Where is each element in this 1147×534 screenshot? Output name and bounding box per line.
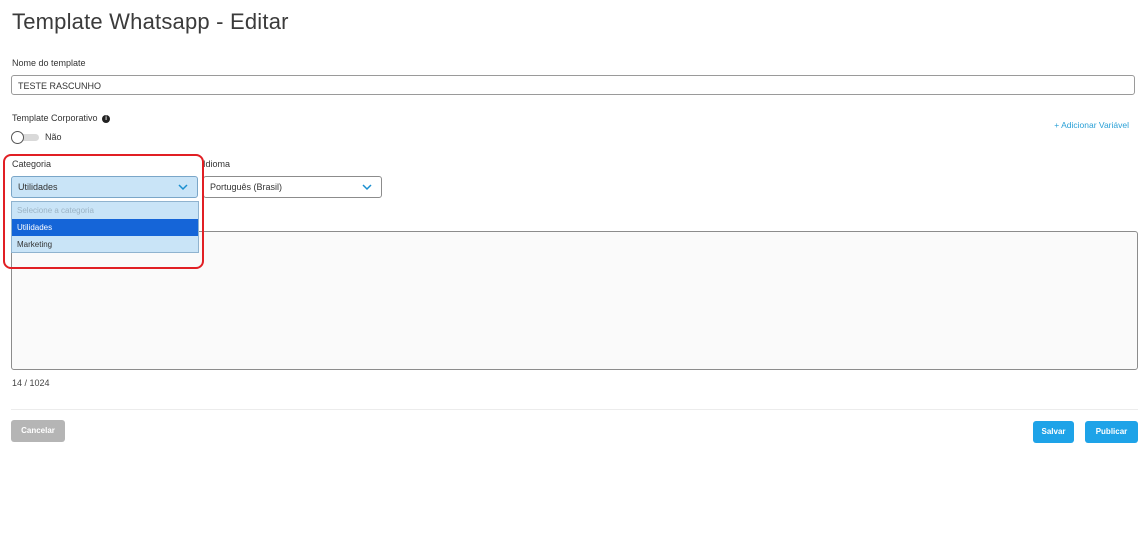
language-label: Idioma [203, 159, 231, 169]
corporate-toggle-text: Não [45, 132, 62, 142]
language-select-value: Português (Brasil) [210, 182, 283, 192]
category-dropdown-list: Selecione a categoria Utilidades Marketi… [11, 201, 199, 253]
editor-card: Template Whatsapp - Editar Nome do templ… [0, 0, 1147, 461]
category-option-utilidades[interactable]: Utilidades [12, 219, 198, 236]
cancel-button[interactable]: Cancelar [11, 420, 65, 442]
category-label: Categoria [12, 159, 52, 169]
toggle-knob [11, 131, 24, 144]
chevron-down-icon [362, 184, 372, 191]
publish-button[interactable]: Publicar [1085, 421, 1138, 443]
corporate-label-group: Template Corporativo i [12, 113, 111, 123]
chevron-down-icon [178, 184, 188, 191]
category-option-placeholder[interactable]: Selecione a categoria [12, 202, 198, 219]
template-name-input[interactable]: TESTE RASCUNHO [11, 75, 1135, 95]
category-option-marketing[interactable]: Marketing [12, 236, 198, 253]
category-select[interactable]: Utilidades [11, 176, 198, 198]
corporate-toggle[interactable] [11, 131, 40, 144]
save-button[interactable]: Salvar [1033, 421, 1074, 443]
char-counter: 14 / 1024 [12, 378, 50, 388]
add-variable-link[interactable]: + Adicionar Variável [1054, 120, 1129, 130]
page-title: Template Whatsapp - Editar [12, 9, 289, 34]
corporate-label: Template Corporativo [12, 113, 98, 123]
category-select-value: Utilidades [18, 182, 58, 192]
template-name-label: Nome do template [12, 58, 86, 68]
divider [11, 409, 1138, 410]
language-select[interactable]: Português (Brasil) [203, 176, 382, 198]
info-icon[interactable]: i [102, 115, 111, 123]
